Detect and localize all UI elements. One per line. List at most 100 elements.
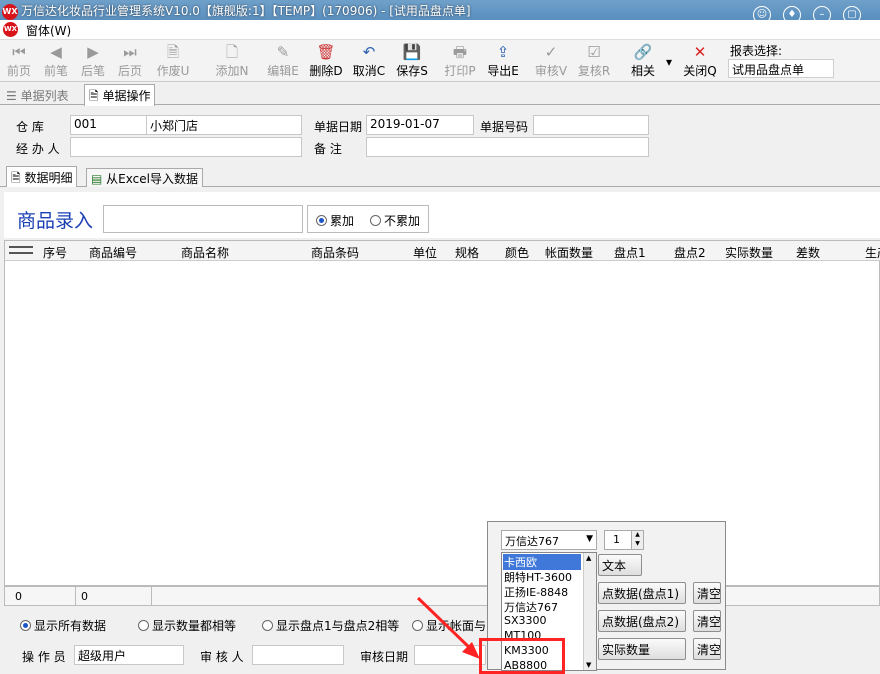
scroll-up-icon[interactable]: ▲	[586, 554, 591, 562]
data-grid[interactable]: 序号 商品编号 商品名称 商品条码 单位 规格 颜色 帐面数量 盘点1 盘点2 …	[4, 240, 880, 586]
print-label: 打印P	[444, 64, 476, 78]
audit-button[interactable]: ✓ 审核V	[532, 42, 570, 80]
add-label: 添加N	[215, 64, 249, 78]
remark-label: 备 注	[314, 142, 342, 156]
handler-field[interactable]	[70, 137, 302, 157]
port-spinner[interactable]: 1 ▲ ▼	[604, 530, 644, 550]
toolbar: ⏮ 前页 ◀ 前笔 ▶ 后笔 ⏭ 后页 🗎 作废U 🗋 添加N ✎ 编辑E 🗑 删除D ↶ 取消C…	[0, 40, 880, 82]
radio-show-equal-label: 显示数量都相等	[152, 619, 237, 633]
tab-doc-edit-label: 单据操作	[102, 89, 151, 103]
audit-icon: ✓	[544, 43, 558, 61]
tab-data-detail[interactable]: 🗎 数据明细	[6, 166, 78, 187]
first-page-icon: ⏮	[12, 43, 26, 61]
device-option[interactable]: 万信达767	[504, 599, 558, 615]
tab-doc-edit[interactable]: 🗎 单据操作	[84, 84, 156, 106]
device-option[interactable]: 卡西欧	[503, 554, 581, 570]
next-record-button[interactable]: ▶ 后笔	[74, 42, 112, 80]
tab-doc-list[interactable]: ☰ 单据列表	[2, 85, 73, 105]
product-entry-input[interactable]	[103, 205, 303, 233]
device-option[interactable]: 正扬IE-8848	[504, 584, 568, 600]
edit-button[interactable]: ✎ 编辑E	[264, 42, 302, 80]
spin-up-icon[interactable]: ▲	[631, 531, 643, 540]
col-count1[interactable]: 盘点1	[614, 244, 646, 261]
review-date-field[interactable]	[414, 645, 486, 665]
void-button[interactable]: 🗎 作废U	[154, 42, 192, 80]
col-count2[interactable]: 盘点2	[674, 244, 706, 261]
list-scrollbar[interactable]: ▲ ▼	[583, 553, 596, 670]
grid-menu-icon[interactable]	[9, 246, 33, 254]
device-select-value: 万信达767	[505, 535, 559, 548]
recheck-button[interactable]: ☑ 复核R	[575, 42, 613, 80]
col-actual-qty[interactable]: 实际数量	[725, 244, 773, 261]
port-spinner-value: 1	[613, 533, 620, 546]
void-label: 作废U	[156, 64, 190, 78]
tab-doc-list-label: 单据列表	[20, 89, 69, 103]
doc-number-field[interactable]	[533, 115, 649, 135]
load-count2-button[interactable]: 点数据(盘点2)	[598, 610, 686, 632]
prev-record-button[interactable]: ◀ 前笔	[37, 42, 75, 80]
grid-header: 序号 商品编号 商品名称 商品条码 单位 规格 颜色 帐面数量 盘点1 盘点2 …	[5, 241, 880, 261]
load-actual-button[interactable]: 实际数量	[598, 638, 686, 660]
device-option[interactable]: 朗特HT-3600	[504, 569, 572, 585]
radio-show-book[interactable]: 显示帐面与	[412, 617, 486, 634]
export-button[interactable]: ⇪ 导出E	[484, 42, 522, 80]
doc-date-field[interactable]: 2019-01-07	[366, 115, 474, 135]
radio-no-accumulate-label: 不累加	[384, 214, 421, 228]
prev-icon: ◀	[50, 43, 62, 61]
warehouse-name-field[interactable]: 小郑门店	[146, 115, 302, 135]
undo-icon: ↶	[362, 43, 376, 61]
reviewer-field[interactable]	[252, 645, 344, 665]
warehouse-code-field[interactable]: 001	[70, 115, 148, 135]
add-button[interactable]: 🗋 添加N	[213, 42, 251, 80]
tab-data-detail-label: 数据明细	[24, 171, 73, 185]
close-button[interactable]: ✕ 关闭Q	[681, 42, 719, 80]
col-product-name[interactable]: 商品名称	[181, 244, 229, 261]
col-unit[interactable]: 单位	[413, 244, 437, 261]
report-select[interactable]: 试用品盘点单	[728, 59, 834, 78]
col-diff[interactable]: 差数	[796, 244, 820, 261]
col-product-code[interactable]: 商品编号	[89, 244, 137, 261]
text-button[interactable]: 文本	[598, 554, 642, 576]
col-barcode[interactable]: 商品条码	[311, 244, 359, 261]
scroll-down-icon[interactable]: ▼	[586, 661, 591, 669]
tab-excel-import[interactable]: ▤ 从Excel导入数据	[86, 168, 203, 187]
print-button[interactable]: 🖶 打印P	[441, 42, 479, 80]
related-button[interactable]: 🔗 相关	[624, 42, 662, 80]
radio-no-accumulate[interactable]: 不累加	[370, 212, 420, 229]
radio-show-all-label: 显示所有数据	[34, 619, 107, 633]
clear-count2-button[interactable]: 清空	[693, 610, 721, 632]
load-count1-button[interactable]: 点数据(盘点1)	[598, 582, 686, 604]
menu-window[interactable]: 窗体(W)	[26, 22, 71, 39]
main-tabs: ☰ 单据列表 🗎 单据操作	[0, 83, 880, 106]
remark-field[interactable]	[366, 137, 649, 157]
col-book-qty[interactable]: 帐面数量	[545, 244, 593, 261]
last-page-button[interactable]: ⏭ 后页	[111, 42, 149, 80]
highlight-box	[479, 638, 565, 674]
delete-button[interactable]: 🗑 删除D	[307, 42, 345, 80]
accumulate-radio-group: 累加 不累加	[307, 205, 429, 233]
clear-count1-button[interactable]: 清空	[693, 582, 721, 604]
col-seq[interactable]: 序号	[43, 244, 67, 261]
recheck-label: 复核R	[577, 64, 611, 78]
radio-show-all[interactable]: 显示所有数据	[20, 617, 106, 634]
excel-icon: ▤	[91, 172, 107, 186]
operator-field[interactable]: 超级用户	[74, 645, 184, 665]
radio-accumulate[interactable]: 累加	[316, 212, 354, 229]
clear-actual-button[interactable]: 清空	[693, 638, 721, 660]
cancel-label: 取消C	[352, 64, 386, 78]
save-button[interactable]: 💾 保存S	[393, 42, 431, 80]
col-color[interactable]: 颜色	[505, 244, 529, 261]
window-title: 万信达化妆品行业管理系统V10.0【旗舰版:1】【TEMP】(170906) -…	[21, 4, 471, 18]
device-select[interactable]: 万信达767 ▼	[501, 530, 597, 550]
cancel-button[interactable]: ↶ 取消C	[350, 42, 388, 80]
radio-dot-checked	[20, 620, 31, 631]
spin-down-icon[interactable]: ▼	[631, 540, 643, 549]
radio-show-count-equal[interactable]: 显示盘点1与盘点2相等	[262, 617, 399, 634]
col-spec[interactable]: 规格	[455, 244, 479, 261]
edit-label: 编辑E	[267, 64, 299, 78]
first-page-button[interactable]: ⏮ 前页	[0, 42, 38, 80]
col-production[interactable]: 生产	[865, 244, 880, 261]
device-option[interactable]: SX3300	[504, 614, 547, 627]
radio-show-equal[interactable]: 显示数量都相等	[138, 617, 236, 634]
delete-label: 删除D	[309, 64, 343, 78]
